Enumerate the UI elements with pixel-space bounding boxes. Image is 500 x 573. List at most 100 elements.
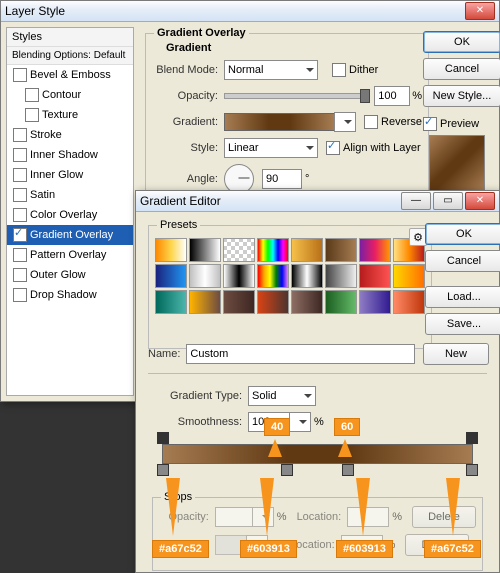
preset-swatch[interactable] xyxy=(257,238,289,262)
name-input[interactable] xyxy=(186,344,415,364)
preset-swatch[interactable] xyxy=(393,264,425,288)
styles-header[interactable]: Styles xyxy=(7,28,133,47)
style-item-texture[interactable]: Texture xyxy=(7,105,133,125)
gradient-type-select[interactable]: Solid xyxy=(248,386,316,406)
style-checkbox[interactable] xyxy=(25,108,39,122)
minimize-icon[interactable]: — xyxy=(401,192,431,210)
gradient-overlay-legend: Gradient Overlay xyxy=(154,27,249,39)
align-label: Align with Layer xyxy=(343,142,421,154)
color-stop[interactable] xyxy=(466,464,478,476)
color-stop[interactable] xyxy=(157,464,169,476)
blending-options-default[interactable]: Blending Options: Default xyxy=(7,47,133,65)
opacity-input[interactable] xyxy=(374,86,410,106)
color-stop[interactable] xyxy=(281,464,293,476)
style-item-bevel-emboss[interactable]: Bevel & Emboss xyxy=(7,65,133,85)
align-checkbox[interactable] xyxy=(326,141,340,155)
style-checkbox[interactable] xyxy=(13,128,27,142)
style-item-outer-glow[interactable]: Outer Glow xyxy=(7,265,133,285)
arrow-icon xyxy=(338,432,352,457)
ok-button[interactable]: OK xyxy=(423,31,500,53)
stop-opacity-input[interactable] xyxy=(215,507,253,527)
preset-swatch[interactable] xyxy=(325,290,357,314)
style-item-gradient-overlay[interactable]: Gradient Overlay xyxy=(7,225,133,245)
preset-swatch[interactable] xyxy=(359,264,391,288)
preset-swatch[interactable] xyxy=(223,290,255,314)
style-item-inner-glow[interactable]: Inner Glow xyxy=(7,165,133,185)
dither-checkbox[interactable] xyxy=(332,63,346,77)
gradient-type-label: Gradient Type: xyxy=(154,390,242,402)
gradient-bar[interactable] xyxy=(162,444,473,464)
opacity-slider[interactable] xyxy=(224,93,366,99)
reverse-checkbox[interactable] xyxy=(364,115,378,129)
style-item-inner-shadow[interactable]: Inner Shadow xyxy=(7,145,133,165)
preset-swatch[interactable] xyxy=(393,290,425,314)
style-item-stroke[interactable]: Stroke xyxy=(7,125,133,145)
style-item-contour[interactable]: Contour xyxy=(7,85,133,105)
preset-swatch[interactable] xyxy=(257,264,289,288)
delete-stop-button[interactable]: Delete xyxy=(412,506,476,528)
preview-checkbox[interactable] xyxy=(423,117,437,131)
cancel-button[interactable]: Cancel xyxy=(423,58,500,80)
callout-c1: #a67c52 xyxy=(152,540,209,558)
arrow-icon xyxy=(260,478,274,543)
ge-ok-button[interactable]: OK xyxy=(425,223,500,245)
gradient-editor-titlebar[interactable]: Gradient Editor — ▭ ✕ xyxy=(136,191,499,212)
presets-group: Presets ⚙ xyxy=(148,225,432,349)
preset-swatch[interactable] xyxy=(155,290,187,314)
new-button[interactable]: New xyxy=(423,343,489,365)
preset-swatch[interactable] xyxy=(291,290,323,314)
preset-swatch[interactable] xyxy=(325,238,357,262)
layer-style-titlebar[interactable]: Layer Style ✕ xyxy=(1,1,499,22)
style-item-pattern-overlay[interactable]: Pattern Overlay xyxy=(7,245,133,265)
preset-swatch[interactable] xyxy=(189,238,221,262)
save-button[interactable]: Save... xyxy=(425,313,500,335)
style-checkbox[interactable] xyxy=(13,148,27,162)
preset-swatch[interactable] xyxy=(155,264,187,288)
style-checkbox[interactable] xyxy=(13,248,27,262)
preset-swatch[interactable] xyxy=(325,264,357,288)
preset-swatch[interactable] xyxy=(155,238,187,262)
smoothness-label: Smoothness: xyxy=(154,416,242,428)
preset-swatch[interactable] xyxy=(359,290,391,314)
style-checkbox[interactable] xyxy=(13,168,27,182)
style-item-satin[interactable]: Satin xyxy=(7,185,133,205)
arrow-icon xyxy=(166,478,180,543)
smoothness-dropdown[interactable] xyxy=(289,412,311,432)
angle-input[interactable] xyxy=(262,169,302,189)
load-button[interactable]: Load... xyxy=(425,286,500,308)
style-checkbox[interactable] xyxy=(13,288,27,302)
preset-swatch[interactable] xyxy=(291,264,323,288)
ge-cancel-button[interactable]: Cancel xyxy=(425,250,500,272)
opacity-stop[interactable] xyxy=(157,432,169,444)
new-style-button[interactable]: New Style... xyxy=(423,85,500,107)
preset-swatch[interactable] xyxy=(223,238,255,262)
preset-swatch[interactable] xyxy=(189,290,221,314)
color-stop[interactable] xyxy=(342,464,354,476)
blend-mode-select[interactable]: Normal xyxy=(224,60,318,80)
style-checkbox[interactable] xyxy=(25,88,39,102)
maximize-icon[interactable]: ▭ xyxy=(433,192,463,210)
close-icon[interactable]: ✕ xyxy=(465,192,495,210)
opacity-label: Opacity: xyxy=(152,90,218,102)
style-item-drop-shadow[interactable]: Drop Shadow xyxy=(7,285,133,305)
close-icon[interactable]: ✕ xyxy=(465,2,495,20)
gradient-label: Gradient: xyxy=(152,116,218,128)
style-checkbox[interactable] xyxy=(13,208,27,222)
gradient-swatch[interactable] xyxy=(224,113,335,131)
styles-list: Styles Blending Options: Default Bevel &… xyxy=(6,27,134,396)
preset-swatch[interactable] xyxy=(291,238,323,262)
style-select[interactable]: Linear xyxy=(224,138,318,158)
preset-swatch[interactable] xyxy=(223,264,255,288)
preset-grid xyxy=(155,238,425,314)
name-label: Name: xyxy=(148,348,180,360)
style-checkbox[interactable] xyxy=(13,68,27,82)
preset-swatch[interactable] xyxy=(257,290,289,314)
preset-swatch[interactable] xyxy=(359,238,391,262)
opacity-stop[interactable] xyxy=(466,432,478,444)
preset-swatch[interactable] xyxy=(189,264,221,288)
style-checkbox[interactable] xyxy=(13,188,27,202)
gradient-dropdown[interactable] xyxy=(334,112,356,132)
style-checkbox[interactable] xyxy=(13,228,27,242)
style-item-color-overlay[interactable]: Color Overlay xyxy=(7,205,133,225)
style-checkbox[interactable] xyxy=(13,268,27,282)
